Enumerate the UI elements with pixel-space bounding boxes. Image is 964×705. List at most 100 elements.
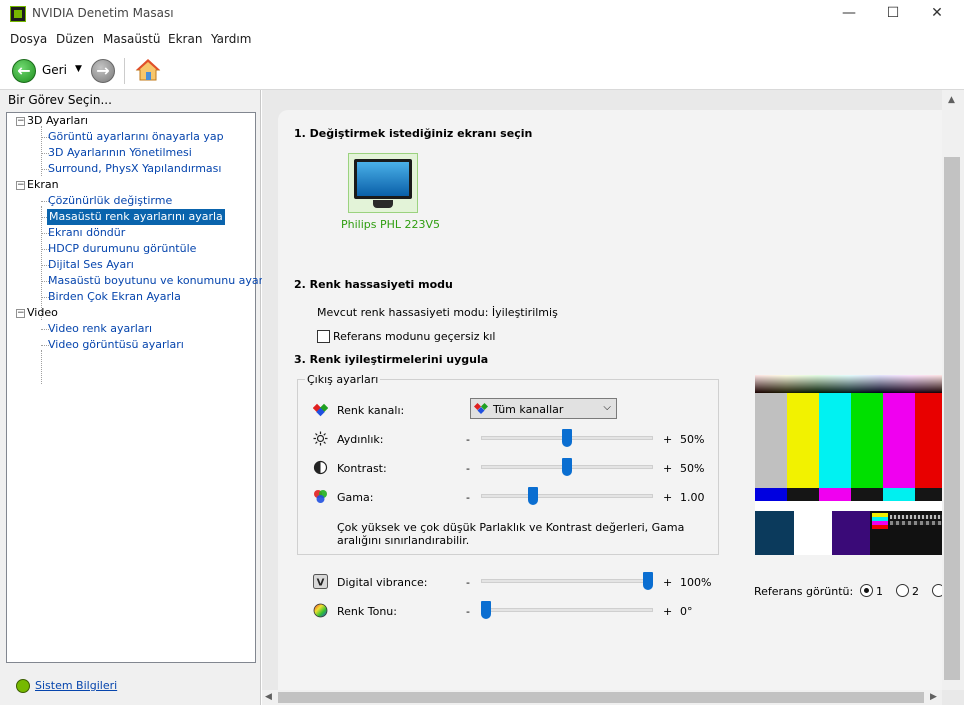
tree-connector xyxy=(41,206,42,320)
brightness-slider-thumb[interactable] xyxy=(562,429,572,447)
color-channel-select[interactable]: Tüm kanallar ⌵ xyxy=(470,398,617,419)
gamma-plus[interactable]: + xyxy=(663,491,672,504)
tree-item-surround-physx[interactable]: Surround, PhysX Yapılandırması xyxy=(48,161,221,177)
preview-low-purple xyxy=(832,511,870,555)
title-bar: NVIDIA Denetim Masası — ☐ ✕ xyxy=(0,0,964,28)
contrast-plus[interactable]: + xyxy=(663,462,672,475)
tree-item-change-resolution[interactable]: Çözünürlük değiştirme xyxy=(48,193,172,209)
close-button[interactable]: ✕ xyxy=(914,0,960,28)
tree-item-digital-audio[interactable]: Dijital Ses Ayarı xyxy=(48,257,134,273)
preview-low-white xyxy=(794,511,832,555)
tree-connector xyxy=(41,350,42,384)
vibrance-minus[interactable]: - xyxy=(466,576,470,589)
color-channel-value: Tüm kanallar xyxy=(493,403,564,416)
gamma-track[interactable] xyxy=(481,494,653,498)
vertical-scrollbar-thumb[interactable] xyxy=(944,157,960,680)
tree-group-3d[interactable]: 3D Ayarları xyxy=(27,113,88,129)
brightness-label: Aydınlık: xyxy=(337,433,384,446)
preview-bar-green xyxy=(851,393,883,488)
preview-strip-black2 xyxy=(851,488,883,501)
contrast-label: Kontrast: xyxy=(337,462,387,475)
task-pane: Bir Görev Seçin... − 3D Ayarları Görüntü… xyxy=(0,90,273,705)
scroll-left-icon[interactable]: ◀ xyxy=(265,692,272,702)
vibrance-track[interactable] xyxy=(481,579,653,583)
system-info-link[interactable]: Sistem Bilgileri xyxy=(35,679,117,692)
reference-preview-image xyxy=(755,375,942,555)
back-dropdown-arrow-icon[interactable]: ▼ xyxy=(75,64,82,74)
hue-icon xyxy=(313,603,328,618)
tree-item-video-image[interactable]: Video görüntüsü ayarları xyxy=(48,337,184,353)
color-channel-icon xyxy=(313,403,328,417)
menu-duzen[interactable]: Düzen xyxy=(56,32,94,46)
back-arrow-icon[interactable]: ← xyxy=(12,59,36,83)
preview-strip-black xyxy=(787,488,819,501)
warning-text-line2: aralığını sınırlandırabilir. xyxy=(337,534,470,547)
monitor-stand xyxy=(373,200,393,208)
hue-minus[interactable]: - xyxy=(466,605,470,618)
preview-bar-gray xyxy=(755,393,787,488)
tree-collapse-video-icon[interactable]: − xyxy=(16,309,25,318)
menu-masaustu[interactable]: Masaüstü xyxy=(103,32,160,46)
tree-item-manage-3d[interactable]: 3D Ayarlarının Yönetilmesi xyxy=(48,145,192,161)
reference-image-radio-1[interactable] xyxy=(860,584,873,597)
tree-item-image-presets[interactable]: Görüntü ayarlarını önayarla yap xyxy=(48,129,224,145)
tree-item-desktop-size-position[interactable]: Masaüstü boyutunu ve konumunu ayarla xyxy=(48,273,273,289)
back-button-label[interactable]: Geri xyxy=(42,63,67,77)
tree-group-video[interactable]: Video xyxy=(27,305,58,321)
hue-plus[interactable]: + xyxy=(663,605,672,618)
system-info-icon[interactable] xyxy=(16,679,30,693)
tree-collapse-ekran-icon[interactable]: − xyxy=(16,181,25,190)
menu-dosya[interactable]: Dosya xyxy=(10,32,47,46)
minimize-button[interactable]: — xyxy=(826,0,872,28)
reference-image-option-1[interactable]: 1 xyxy=(876,585,883,598)
output-settings-label: Çıkış ayarları xyxy=(305,373,381,386)
hue-label: Renk Tonu: xyxy=(337,605,397,618)
home-icon[interactable] xyxy=(135,57,161,83)
brightness-minus[interactable]: - xyxy=(466,433,470,446)
gamma-label: Gama: xyxy=(337,491,374,504)
chevron-down-icon: ⌵ xyxy=(603,402,611,413)
tree-item-rotate-display[interactable]: Ekranı döndür xyxy=(48,225,125,241)
tree-item-multiple-displays[interactable]: Birden Çok Ekran Ayarla xyxy=(48,289,181,305)
contrast-slider-thumb[interactable] xyxy=(562,458,572,476)
scroll-up-icon[interactable]: ▲ xyxy=(948,95,955,105)
tree-item-hdcp-status[interactable]: HDCP durumunu görüntüle xyxy=(48,241,196,257)
color-channel-label: Renk kanalı: xyxy=(337,404,405,417)
preview-strip-magenta xyxy=(819,488,851,501)
horizontal-scrollbar-thumb[interactable] xyxy=(278,692,924,703)
menu-ekran[interactable]: Ekran xyxy=(168,32,202,46)
brightness-plus[interactable]: + xyxy=(663,433,672,446)
preview-bar-yellow xyxy=(787,393,819,488)
gamma-slider-thumb[interactable] xyxy=(527,487,538,505)
preview-color-swatch xyxy=(872,513,888,529)
vibrance-plus[interactable]: + xyxy=(663,576,672,589)
display-selector[interactable] xyxy=(348,153,418,213)
hue-track[interactable] xyxy=(481,608,653,612)
brightness-value: 50% xyxy=(680,433,705,446)
menu-yardim[interactable]: Yardım xyxy=(211,32,251,46)
current-mode-text: Mevcut renk hassasiyeti modu: İyileştiri… xyxy=(317,306,558,319)
scroll-right-icon[interactable]: ▶ xyxy=(930,692,937,702)
tree-group-ekran[interactable]: Ekran xyxy=(27,177,59,193)
preview-bar-cyan xyxy=(819,393,851,488)
tree-item-desktop-color[interactable]: Masaüstü renk ayarlarını ayarla xyxy=(47,209,225,225)
maximize-button[interactable]: ☐ xyxy=(870,0,916,28)
tree-item-video-color[interactable]: Video renk ayarları xyxy=(48,321,152,337)
section2-heading: 2. Renk hassasiyeti modu xyxy=(294,278,453,291)
digital-vibrance-label: Digital vibrance: xyxy=(337,576,428,589)
contrast-minus[interactable]: - xyxy=(466,462,470,475)
forward-arrow-icon[interactable]: → xyxy=(91,59,115,83)
reference-image-label: Referans görüntü: xyxy=(754,585,854,598)
tree-collapse-3d-icon[interactable]: − xyxy=(16,117,25,126)
reference-image-radio-2[interactable] xyxy=(896,584,909,597)
reference-mode-checkbox[interactable] xyxy=(317,330,330,343)
hue-slider-thumb[interactable] xyxy=(481,601,491,619)
display-name-label[interactable]: Philips PHL 223V5 xyxy=(341,218,440,231)
reference-image-option-2[interactable]: 2 xyxy=(912,585,919,598)
monitor-icon xyxy=(354,159,412,199)
reference-mode-label[interactable]: Referans modunu geçersiz kıl xyxy=(333,330,496,343)
gamma-minus[interactable]: - xyxy=(466,491,470,504)
vibrance-slider-thumb[interactable] xyxy=(643,572,653,590)
vibrance-value: 100% xyxy=(680,576,712,589)
color-channel-select-icon xyxy=(474,402,488,415)
